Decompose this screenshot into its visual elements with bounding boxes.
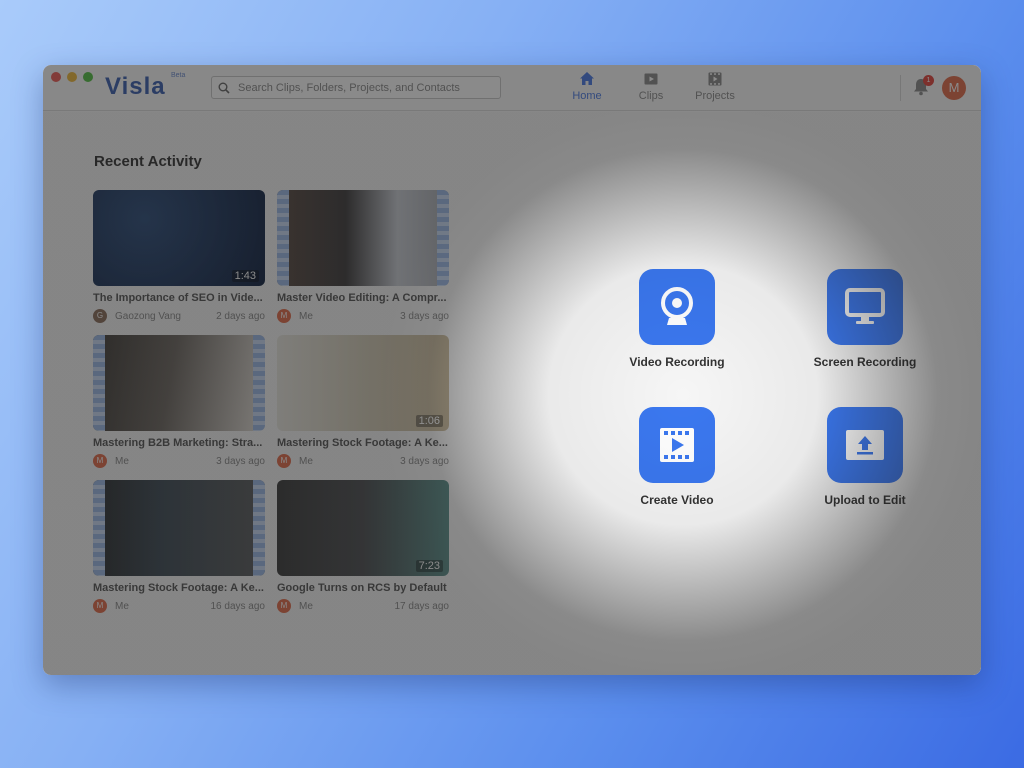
screen-recording-button[interactable]: Screen Recording [771, 269, 959, 369]
author-name: Me [115, 455, 129, 467]
action-label: Screen Recording [813, 355, 917, 369]
video-thumbnail[interactable]: 7:23 [277, 480, 449, 576]
quick-actions: Video Recording Screen Recording Create … [583, 269, 959, 507]
author-avatar: M [277, 309, 291, 323]
author-name: Gaozong Vang [115, 310, 181, 322]
project-thumbnail[interactable] [93, 480, 265, 576]
video-title[interactable]: Google Turns on RCS by Default [277, 582, 449, 594]
webcam-icon [661, 287, 693, 325]
recent-item[interactable]: 7:23 Google Turns on RCS by Default M Me… [277, 480, 449, 613]
video-meta: M Me 16 days ago [93, 599, 265, 613]
nav-projects-label: Projects [695, 90, 735, 102]
author-name: Me [299, 455, 313, 467]
author-avatar: G [93, 309, 107, 323]
monitor-icon [845, 288, 885, 324]
action-label: Create Video [640, 493, 714, 507]
search-bar[interactable] [211, 76, 501, 99]
author-avatar: M [93, 454, 107, 468]
video-meta: M Me 17 days ago [277, 599, 449, 613]
recent-item[interactable]: 1:43 The Importance of SEO in Vide... G … [93, 190, 265, 323]
top-bar: Visla Beta Home Clips Projects 1 M [43, 65, 981, 111]
video-title[interactable]: The Importance of SEO in Vide... [93, 292, 265, 304]
duration-label: 7:23 [415, 560, 443, 572]
author-name: Me [299, 310, 313, 322]
duration-label: 1:06 [415, 415, 443, 427]
action-tile[interactable] [827, 269, 903, 345]
main-nav: Home Clips Projects [555, 71, 747, 102]
video-title[interactable]: Mastering B2B Marketing: Stra... [93, 437, 265, 449]
video-meta: M Me 3 days ago [93, 454, 265, 468]
upload-icon [846, 430, 884, 460]
duration-label: 1:43 [231, 270, 259, 282]
maximize-window-button[interactable] [83, 72, 93, 82]
minimize-window-button[interactable] [67, 72, 77, 82]
video-thumbnail[interactable]: 1:43 [93, 190, 265, 286]
author-name: Me [115, 600, 129, 612]
app-window: Visla Beta Home Clips Projects 1 M Re [43, 65, 981, 675]
beta-badge: Beta [171, 72, 186, 79]
updated-date: 3 days ago [400, 455, 449, 467]
film-icon [708, 72, 722, 86]
home-content: Recent Activity 1:43 The Importance of S… [43, 112, 981, 675]
video-thumbnail[interactable]: 1:06 [277, 335, 449, 431]
action-tile[interactable] [639, 407, 715, 483]
video-meta: G Gaozong Vang 2 days ago [93, 309, 265, 323]
nav-home[interactable]: Home [555, 71, 619, 102]
close-window-button[interactable] [51, 72, 61, 82]
updated-date: 16 days ago [210, 600, 266, 612]
video-meta: M Me 3 days ago [277, 454, 449, 468]
author-avatar: M [277, 599, 291, 613]
search-input[interactable] [238, 81, 488, 94]
nav-projects[interactable]: Projects [683, 71, 747, 102]
author-name: Me [299, 600, 313, 612]
recent-item[interactable]: Mastering Stock Footage: A Ke... M Me 16… [93, 480, 265, 613]
video-title[interactable]: Master Video Editing: A Compr... [277, 292, 449, 304]
updated-date: 3 days ago [400, 310, 449, 322]
recent-activity-grid: 1:43 The Importance of SEO in Vide... G … [93, 190, 449, 613]
nav-home-label: Home [572, 90, 602, 102]
author-avatar: M [277, 454, 291, 468]
user-avatar[interactable]: M [942, 76, 966, 100]
updated-date: 17 days ago [394, 600, 450, 612]
home-icon [580, 72, 594, 85]
app-logo[interactable]: Visla [105, 73, 166, 101]
video-title[interactable]: Mastering Stock Footage: A Ke... [93, 582, 265, 594]
film-play-icon [660, 428, 694, 462]
action-tile[interactable] [827, 407, 903, 483]
action-tile[interactable] [639, 269, 715, 345]
create-video-button[interactable]: Create Video [583, 407, 771, 507]
recent-activity-heading: Recent Activity [94, 153, 202, 170]
updated-date: 3 days ago [216, 455, 265, 467]
video-title[interactable]: Mastering Stock Footage: A Ke... [277, 437, 449, 449]
recent-item[interactable]: 1:06 Mastering Stock Footage: A Ke... M … [277, 335, 449, 468]
clip-icon [644, 73, 658, 85]
recent-item[interactable]: Mastering B2B Marketing: Stra... M Me 3 … [93, 335, 265, 468]
notification-badge: 1 [923, 75, 934, 86]
window-controls [51, 72, 93, 82]
nav-clips-label: Clips [638, 90, 664, 102]
nav-clips[interactable]: Clips [619, 71, 683, 102]
recent-item[interactable]: Master Video Editing: A Compr... M Me 3 … [277, 190, 449, 323]
video-recording-button[interactable]: Video Recording [583, 269, 771, 369]
search-icon [218, 82, 230, 94]
header-divider [900, 75, 901, 101]
project-thumbnail[interactable] [93, 335, 265, 431]
upload-to-edit-button[interactable]: Upload to Edit [771, 407, 959, 507]
video-meta: M Me 3 days ago [277, 309, 449, 323]
author-avatar: M [93, 599, 107, 613]
updated-date: 2 days ago [216, 310, 265, 322]
action-label: Video Recording [629, 355, 725, 369]
project-thumbnail[interactable] [277, 190, 449, 286]
action-label: Upload to Edit [824, 493, 906, 507]
